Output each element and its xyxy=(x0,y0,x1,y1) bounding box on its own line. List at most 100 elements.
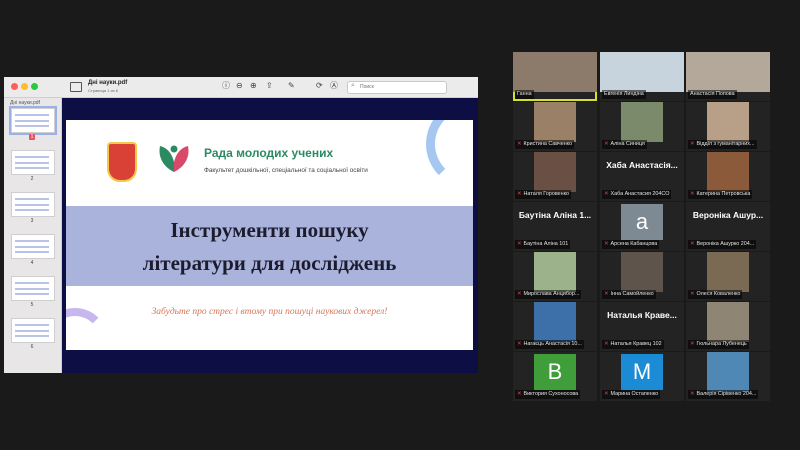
page-thumbnail[interactable] xyxy=(11,192,55,217)
participant-video xyxy=(707,152,749,192)
sidebar-toggle-icon[interactable] xyxy=(70,82,82,92)
participant-tile[interactable]: a ✕ Арсена Кабанцова xyxy=(600,202,684,251)
council-name: Рада молодих учених xyxy=(204,146,334,160)
participant-name: Олеся Коваленко xyxy=(696,291,741,297)
page-thumbnail[interactable] xyxy=(11,150,55,175)
participant-tile[interactable]: Баутіна Аліна 1... ✕ Баутіна Аліна 101 xyxy=(513,202,597,251)
page-number-label: 4 xyxy=(30,260,34,266)
participant-video xyxy=(707,252,749,292)
muted-mic-icon: ✕ xyxy=(604,391,609,397)
participant-name-label: ✕ Наталя Горовенко xyxy=(515,190,572,199)
thumbnail-sidebar: Дні науки.pdf 1 2 3 4 5 6 xyxy=(4,98,62,373)
participant-name: Відділ з гуманітарних... xyxy=(696,141,755,147)
maximize-window-button[interactable] xyxy=(31,83,38,90)
participant-tile[interactable]: ✕ Інна Самойленко xyxy=(600,252,684,301)
rotate-icon[interactable]: ⟳ xyxy=(316,81,323,91)
participant-video xyxy=(534,102,576,142)
page-thumbnail[interactable] xyxy=(11,234,55,259)
participant-tile[interactable]: ✕ Мирослава Анцибор... xyxy=(513,252,597,301)
participant-tile[interactable]: ✕ Нагаєць Анастасія 10... xyxy=(513,302,597,351)
participant-video xyxy=(686,52,770,92)
participant-tile[interactable]: ✕ Катерина Петровська xyxy=(686,152,770,201)
document-view: Рада молодих учених Факультет дошкільної… xyxy=(62,98,478,373)
muted-mic-icon: ✕ xyxy=(690,391,695,397)
muted-mic-icon: ✕ xyxy=(690,291,695,297)
participant-video xyxy=(600,52,684,92)
page-number: 4 xyxy=(4,260,60,266)
participant-avatar: M xyxy=(621,354,663,390)
muted-mic-icon: ✕ xyxy=(517,391,522,397)
search-input[interactable] xyxy=(360,83,440,91)
participant-tile[interactable]: Евгенія Линдіна xyxy=(600,52,684,101)
participant-video xyxy=(534,302,576,342)
university-logo xyxy=(107,142,137,182)
participant-name-label: Евгенія Линдіна xyxy=(602,90,646,99)
page-thumbnail[interactable] xyxy=(11,318,55,343)
page-number: 2 xyxy=(4,176,60,182)
participant-name-label: ✕ Катерина Петровська xyxy=(688,190,753,199)
participant-tile[interactable]: ✕ Гюльнара Лубенець xyxy=(686,302,770,351)
participant-tile[interactable]: ✕ Олеся Коваленко xyxy=(686,252,770,301)
thumbnail-content xyxy=(15,114,49,116)
thumbnail-content xyxy=(15,125,49,127)
document-title: Дні науки.pdf xyxy=(88,80,128,86)
muted-mic-icon: ✕ xyxy=(604,141,609,147)
participant-name-label: ✕ Інна Самойленко xyxy=(602,290,656,299)
participant-tile[interactable]: Наталья Краве... ✕ Наталья Кравец 102 xyxy=(600,302,684,351)
thumbnail-content xyxy=(15,324,49,326)
participant-tile[interactable]: Анастасія Попова xyxy=(686,52,770,101)
thumbnail-content xyxy=(15,246,49,248)
page-thumbnail[interactable] xyxy=(11,276,55,301)
page-indicator: Страница 1 из 6 xyxy=(88,88,118,93)
thumbnail-content xyxy=(15,288,49,290)
participant-tile[interactable]: ✕ Кристина Савченко xyxy=(513,102,597,151)
thumbnail-content xyxy=(15,282,49,284)
participant-tile[interactable]: ✕ Відділ з гуманітарних... xyxy=(686,102,770,151)
slide-heading-line-2: літератури для досліджень xyxy=(142,251,397,275)
search-field[interactable]: ⌕ xyxy=(347,81,447,94)
participant-tile[interactable]: Вероніка Ашур... ✕ Вероніка Ашурко 204... xyxy=(686,202,770,251)
zoom-out-icon[interactable]: ⊖ xyxy=(236,81,243,91)
participant-tile[interactable]: ✕ Валерія Сірівенко 204... xyxy=(686,352,770,401)
participant-video xyxy=(621,252,663,292)
faculty-name: Факультет дошкільної, спеціальної та соц… xyxy=(204,167,368,174)
participant-name-label: Анастасія Попова xyxy=(688,90,737,99)
participant-name-label: ✕ Нагаєць Анастасія 10... xyxy=(515,340,584,349)
muted-mic-icon: ✕ xyxy=(517,291,522,297)
thumbnail-content xyxy=(15,330,49,332)
participant-avatar: a xyxy=(621,204,663,240)
participant-name: Евгенія Линдіна xyxy=(604,91,644,97)
participant-tile[interactable]: ✕ Аліна Синиця xyxy=(600,102,684,151)
page-number-label: 3 xyxy=(30,218,34,224)
participant-tile[interactable]: Ганна xyxy=(513,52,597,101)
markup-icon[interactable]: ✎ xyxy=(288,81,295,91)
participant-name: Марина Остапенко xyxy=(610,391,659,397)
thumbnail-content xyxy=(15,335,49,337)
participant-video xyxy=(534,152,576,192)
participant-name: Анастасія Попова xyxy=(690,91,735,97)
share-icon[interactable]: ⇪ xyxy=(266,81,273,91)
participant-tile[interactable]: B ✕ Виктория Сухоносова xyxy=(513,352,597,401)
participant-tile[interactable]: Хаба Анастасія... ✕ Хаба Анастасия 204CO xyxy=(600,152,684,201)
participant-name-label: ✕ Наталья Кравец 102 xyxy=(602,340,664,349)
muted-mic-icon: ✕ xyxy=(690,191,695,197)
thumbnail-content xyxy=(15,167,49,169)
zoom-in-icon[interactable]: ⊕ xyxy=(250,81,257,91)
participant-name: Ганна xyxy=(517,91,532,97)
thumbnail-content xyxy=(15,251,49,253)
participant-name: Хаба Анастасия 204CO xyxy=(610,191,670,197)
participant-tile[interactable]: ✕ Наталя Горовенко xyxy=(513,152,597,201)
minimize-window-button[interactable] xyxy=(21,83,28,90)
close-window-button[interactable] xyxy=(11,83,18,90)
window-titlebar: Дні науки.pdf Страница 1 из 6 ⓘ ⊖ ⊕ ⇪ ✎ … xyxy=(4,77,478,98)
info-icon[interactable]: ⓘ xyxy=(222,81,230,91)
thumbnail-content xyxy=(15,204,49,206)
page-thumbnail[interactable] xyxy=(9,106,57,135)
participant-name: Валерія Сірівенко 204... xyxy=(696,391,757,397)
page-number: 6 xyxy=(4,344,60,350)
participant-video xyxy=(621,102,663,142)
muted-mic-icon: ✕ xyxy=(517,341,522,347)
annotate-icon[interactable]: Ⓐ xyxy=(330,81,338,91)
participant-tile[interactable]: M ✕ Марина Остапенко xyxy=(600,352,684,401)
muted-mic-icon: ✕ xyxy=(517,241,522,247)
